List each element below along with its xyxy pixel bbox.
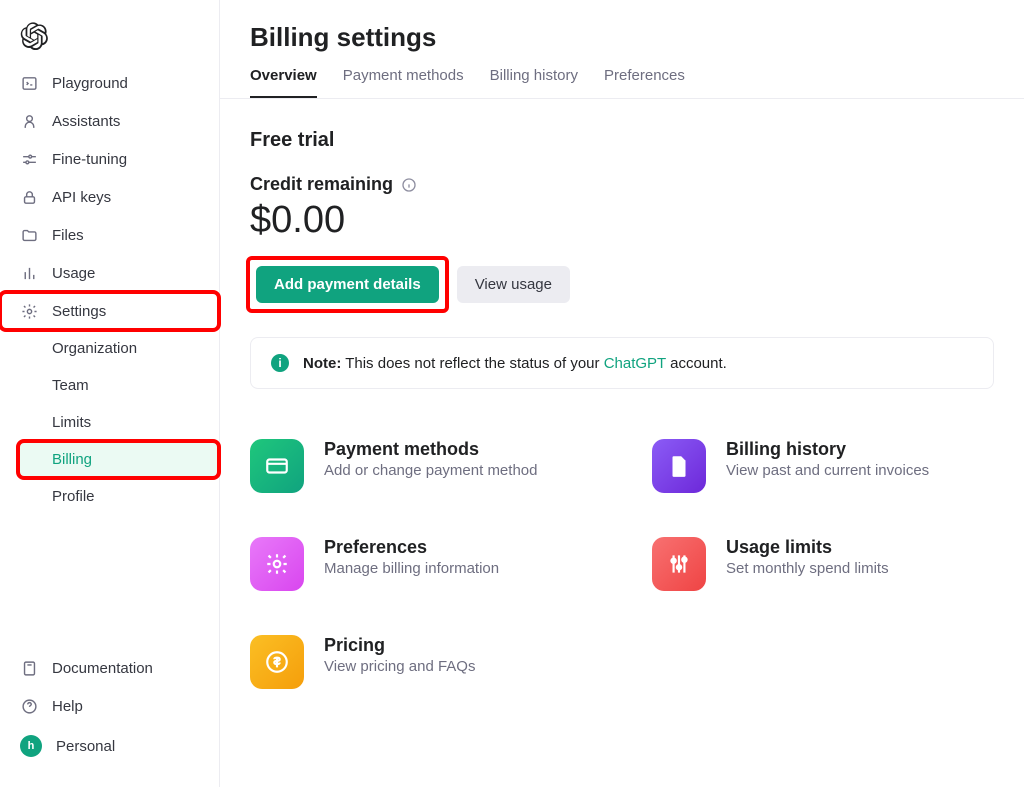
card-payment-methods[interactable]: Payment methods Add or change payment me… [250, 439, 592, 493]
settings-sub-list: Organization Team Limits Billing Profile [0, 330, 219, 515]
main: Billing settings Overview Payment method… [220, 0, 1024, 787]
nav-label: Assistants [52, 113, 120, 130]
avatar: h [20, 735, 42, 757]
nav-label: Documentation [52, 660, 153, 677]
book-icon [20, 659, 38, 677]
card-desc: Add or change payment method [324, 462, 537, 479]
card-title: Pricing [324, 635, 475, 656]
sidebar-footer: Documentation Help h Personal [0, 649, 219, 787]
sidebar-item-fine-tuning[interactable]: Fine-tuning [0, 140, 219, 178]
sidebar-item-files[interactable]: Files [0, 216, 219, 254]
info-icon[interactable] [401, 177, 417, 193]
card-usage-limits[interactable]: Usage limits Set monthly spend limits [652, 537, 994, 591]
card-pricing[interactable]: Pricing View pricing and FAQs [250, 635, 592, 689]
card-title: Payment methods [324, 439, 537, 460]
folder-icon [20, 226, 38, 244]
sidebar-item-help[interactable]: Help [0, 687, 219, 725]
credit-label: Credit remaining [250, 174, 393, 195]
help-icon [20, 697, 38, 715]
nav-label: Help [52, 698, 83, 715]
lock-icon [20, 188, 38, 206]
tab-payment-methods[interactable]: Payment methods [343, 67, 464, 98]
card-preferences[interactable]: Preferences Manage billing information [250, 537, 592, 591]
gear-icon [20, 302, 38, 320]
sidebar-sub-billing[interactable]: Billing [18, 441, 219, 478]
sidebar-item-usage[interactable]: Usage [0, 254, 219, 292]
highlight-box: Add payment details [250, 260, 445, 309]
page-title: Billing settings [220, 22, 1024, 67]
view-usage-button[interactable]: View usage [457, 266, 570, 303]
card-title: Billing history [726, 439, 929, 460]
sliders-icon [652, 537, 706, 591]
card-title: Preferences [324, 537, 499, 558]
dollar-icon [250, 635, 304, 689]
sidebar-item-api-keys[interactable]: API keys [0, 178, 219, 216]
credit-card-icon [250, 439, 304, 493]
card-billing-history[interactable]: Billing history View past and current in… [652, 439, 994, 493]
tabs: Overview Payment methods Billing history… [220, 67, 1024, 99]
add-payment-details-button[interactable]: Add payment details [256, 266, 439, 303]
sidebar-item-settings[interactable]: Settings [0, 292, 219, 330]
nav-label: Files [52, 227, 84, 244]
gear-icon [250, 537, 304, 591]
card-desc: Set monthly spend limits [726, 560, 889, 577]
note-box: i Note: This does not reflect the status… [250, 337, 994, 389]
sidebar: Playground Assistants Fine-tuning API ke… [0, 0, 220, 787]
nav: Playground Assistants Fine-tuning API ke… [0, 64, 219, 649]
card-desc: Manage billing information [324, 560, 499, 577]
card-desc: View past and current invoices [726, 462, 929, 479]
sidebar-item-assistants[interactable]: Assistants [0, 102, 219, 140]
document-icon [652, 439, 706, 493]
sidebar-item-playground[interactable]: Playground [0, 64, 219, 102]
tab-billing-history[interactable]: Billing history [490, 67, 578, 98]
sidebar-sub-profile[interactable]: Profile [18, 478, 219, 515]
content: Free trial Credit remaining $0.00 Add pa… [220, 99, 1024, 719]
tab-overview[interactable]: Overview [250, 67, 317, 98]
note-text: Note: This does not reflect the status o… [303, 355, 727, 372]
sidebar-item-documentation[interactable]: Documentation [0, 649, 219, 687]
info-icon: i [271, 354, 289, 372]
nav-label: Personal [56, 738, 115, 755]
terminal-icon [20, 74, 38, 92]
sidebar-sub-team[interactable]: Team [18, 367, 219, 404]
card-desc: View pricing and FAQs [324, 658, 475, 675]
chatgpt-link[interactable]: ChatGPT [604, 355, 666, 372]
sidebar-sub-organization[interactable]: Organization [18, 330, 219, 367]
cards-grid: Payment methods Add or change payment me… [250, 439, 994, 689]
sidebar-item-account[interactable]: h Personal [0, 725, 219, 767]
credit-amount: $0.00 [250, 199, 994, 242]
plan-title: Free trial [250, 129, 994, 152]
nav-label: API keys [52, 189, 111, 206]
nav-label: Playground [52, 75, 128, 92]
card-title: Usage limits [726, 537, 889, 558]
bar-chart-icon [20, 264, 38, 282]
logo [0, 16, 219, 64]
nav-label: Settings [52, 303, 106, 320]
robot-icon [20, 112, 38, 130]
sliders-icon [20, 150, 38, 168]
sidebar-sub-limits[interactable]: Limits [18, 404, 219, 441]
openai-logo-icon [20, 22, 48, 50]
nav-label: Fine-tuning [52, 151, 127, 168]
nav-label: Usage [52, 265, 95, 282]
tab-preferences[interactable]: Preferences [604, 67, 685, 98]
